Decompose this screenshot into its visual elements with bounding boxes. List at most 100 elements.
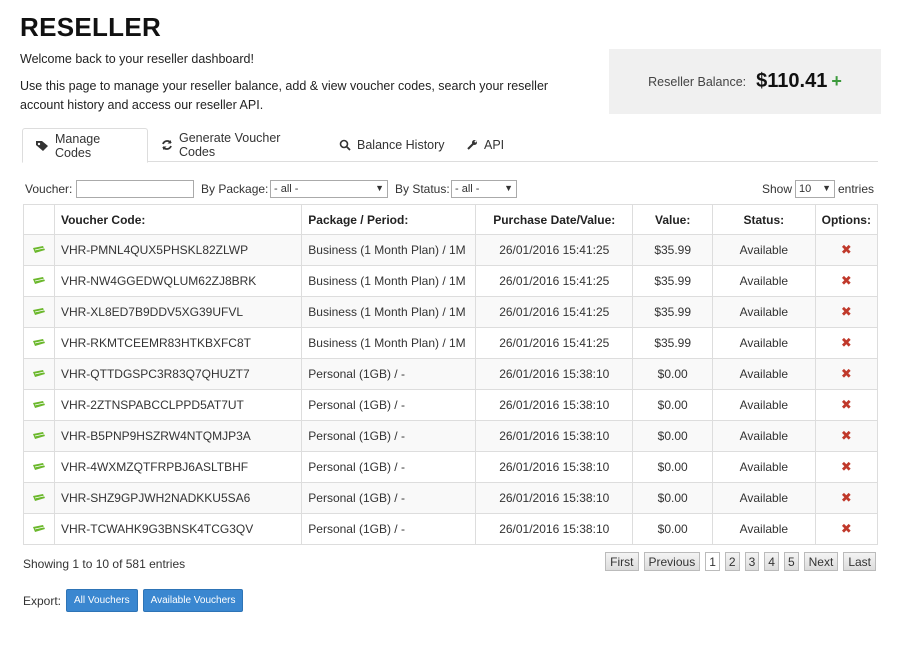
- table-row[interactable]: VHR-TCWAHK9G3BNSK4TCG3QV Personal (1GB) /…: [23, 513, 879, 545]
- first-page-button[interactable]: First: [605, 552, 639, 571]
- previous-page-button[interactable]: Previous: [643, 552, 701, 571]
- chevron-down-icon: ▼: [375, 183, 384, 193]
- table-row[interactable]: VHR-XL8ED7B9DDV5XG39UFVL Business (1 Mont…: [23, 296, 879, 328]
- table-row[interactable]: VHR-SHZ9GPJWH2NADKKU5SA6 Personal (1GB) /…: [23, 482, 879, 514]
- column-header[interactable]: [23, 204, 55, 235]
- status-cell: Available: [712, 389, 816, 421]
- page-length-value: 10: [799, 183, 812, 195]
- voucher-code-cell: VHR-XL8ED7B9DDV5XG39UFVL: [53, 296, 303, 328]
- page-button-2[interactable]: 2: [724, 552, 740, 571]
- tab-balance-history[interactable]: Balance History: [327, 128, 459, 162]
- ticket-icon: [32, 305, 46, 319]
- page-button-1[interactable]: 1: [705, 552, 720, 571]
- status-cell: Available: [712, 451, 816, 483]
- tab-manage-codes[interactable]: Manage Codes: [22, 128, 148, 163]
- tag-icon: [35, 140, 49, 152]
- export-available-vouchers-button[interactable]: Available Vouchers: [142, 589, 244, 612]
- purchase-date-cell: 26/01/2016 15:41:25: [475, 327, 634, 359]
- status-cell: Available: [712, 420, 816, 452]
- purchase-date-cell: 26/01/2016 15:41:25: [475, 234, 634, 266]
- refresh-icon: [161, 139, 173, 151]
- column-header-value[interactable]: Value:: [632, 204, 714, 235]
- entries-label: entries: [838, 182, 875, 196]
- status-filter-label: By Status:: [395, 182, 450, 196]
- package-cell: Personal (1GB) / -: [301, 451, 477, 483]
- package-select-value: - all -: [274, 183, 299, 195]
- page-button-5[interactable]: 5: [783, 552, 799, 571]
- table-row[interactable]: VHR-QTTDGSPC3R83Q7QHUZT7 Personal (1GB) /…: [23, 358, 879, 390]
- tab-label: API: [484, 138, 505, 152]
- ticket-icon: [32, 460, 46, 474]
- purchase-date-cell: 26/01/2016 15:41:25: [475, 265, 634, 297]
- table-row[interactable]: VHR-PMNL4QUX5PHSKL82ZLWP Business (1 Mont…: [23, 234, 879, 266]
- package-cell: Business (1 Month Plan) / 1M: [301, 234, 477, 266]
- value-cell: $0.00: [632, 389, 714, 421]
- status-cell: Available: [712, 327, 816, 359]
- voucher-table: Voucher Code: Package / Period: Purchase…: [23, 204, 879, 545]
- table-row[interactable]: VHR-2ZTNSPABCCLPPD5AT7UT Personal (1GB) /…: [23, 389, 879, 421]
- delete-icon[interactable]: ✖: [841, 397, 852, 412]
- purchase-date-cell: 26/01/2016 15:38:10: [475, 482, 634, 514]
- value-cell: $0.00: [632, 513, 714, 545]
- page-title: RESELLER: [20, 12, 162, 42]
- show-label: Show: [762, 182, 793, 196]
- table-info: Showing 1 to 10 of 581 entries: [23, 557, 186, 571]
- status-cell: Available: [712, 234, 816, 266]
- pagination: First Previous 1 2 3 4 5 Next Last: [605, 552, 876, 571]
- status-cell: Available: [712, 296, 816, 328]
- page-length-select[interactable]: 10 ▼: [795, 180, 835, 198]
- page-button-3[interactable]: 3: [744, 552, 760, 571]
- delete-icon[interactable]: ✖: [841, 490, 852, 505]
- value-cell: $0.00: [632, 420, 714, 452]
- package-cell: Personal (1GB) / -: [301, 482, 477, 514]
- status-select[interactable]: - all - ▼: [451, 180, 517, 198]
- table-header-row: Voucher Code: Package / Period: Purchase…: [23, 204, 879, 235]
- status-cell: Available: [712, 265, 816, 297]
- table-row[interactable]: VHR-B5PNP9HSZRW4NTQMJP3A Personal (1GB) /…: [23, 420, 879, 452]
- purchase-date-cell: 26/01/2016 15:41:25: [475, 296, 634, 328]
- wrench-icon: [466, 139, 478, 151]
- delete-icon[interactable]: ✖: [841, 242, 852, 257]
- tab-api[interactable]: API: [454, 128, 520, 162]
- delete-icon[interactable]: ✖: [841, 304, 852, 319]
- delete-icon[interactable]: ✖: [841, 335, 852, 350]
- column-header-package[interactable]: Package / Period:: [301, 204, 477, 235]
- delete-icon[interactable]: ✖: [841, 273, 852, 288]
- package-cell: Business (1 Month Plan) / 1M: [301, 327, 477, 359]
- status-cell: Available: [712, 513, 816, 545]
- last-page-button[interactable]: Last: [843, 552, 876, 571]
- tab-label: Generate Voucher Codes: [179, 131, 281, 159]
- package-select[interactable]: - all - ▼: [270, 180, 388, 198]
- column-header-status[interactable]: Status:: [712, 204, 816, 235]
- add-balance-button[interactable]: +: [831, 71, 842, 92]
- value-cell: $0.00: [632, 358, 714, 390]
- delete-icon[interactable]: ✖: [841, 459, 852, 474]
- ticket-icon: [32, 367, 46, 381]
- export-all-vouchers-button[interactable]: All Vouchers: [66, 589, 138, 612]
- column-header-purchase-date[interactable]: Purchase Date/Value:: [475, 204, 634, 235]
- table-row[interactable]: VHR-NW4GGEDWQLUM62ZJ8BRK Business (1 Mont…: [23, 265, 879, 297]
- next-page-button[interactable]: Next: [803, 552, 839, 571]
- delete-icon[interactable]: ✖: [841, 521, 852, 536]
- balance-amount: $110.41: [756, 70, 828, 92]
- package-cell: Business (1 Month Plan) / 1M: [301, 265, 477, 297]
- column-header-voucher-code[interactable]: Voucher Code:: [53, 204, 303, 235]
- delete-icon[interactable]: ✖: [841, 428, 852, 443]
- voucher-filter-label: Voucher:: [25, 182, 73, 196]
- value-cell: $35.99: [632, 234, 714, 266]
- table-row[interactable]: VHR-RKMTCEEMR83HTKBXFC8T Business (1 Mont…: [23, 327, 879, 359]
- tab-generate-voucher-codes[interactable]: Generate Voucher Codes: [149, 128, 325, 162]
- status-cell: Available: [712, 358, 816, 390]
- value-cell: $0.00: [632, 482, 714, 514]
- voucher-search-input[interactable]: [76, 180, 194, 198]
- delete-icon[interactable]: ✖: [841, 366, 852, 381]
- purchase-date-cell: 26/01/2016 15:38:10: [475, 420, 634, 452]
- tab-label: Balance History: [357, 138, 445, 152]
- column-header-options: Options:: [814, 204, 879, 235]
- page-button-4[interactable]: 4: [764, 552, 779, 571]
- table-row[interactable]: VHR-4WXMZQTFRPBJ6ASLTBHF Personal (1GB) /…: [23, 451, 879, 483]
- voucher-code-cell: VHR-PMNL4QUX5PHSKL82ZLWP: [53, 234, 303, 266]
- export-label: Export:: [23, 593, 62, 608]
- balance-label: Reseller Balance:: [648, 74, 747, 89]
- intro-text: Use this page to manage your reseller ba…: [20, 79, 549, 112]
